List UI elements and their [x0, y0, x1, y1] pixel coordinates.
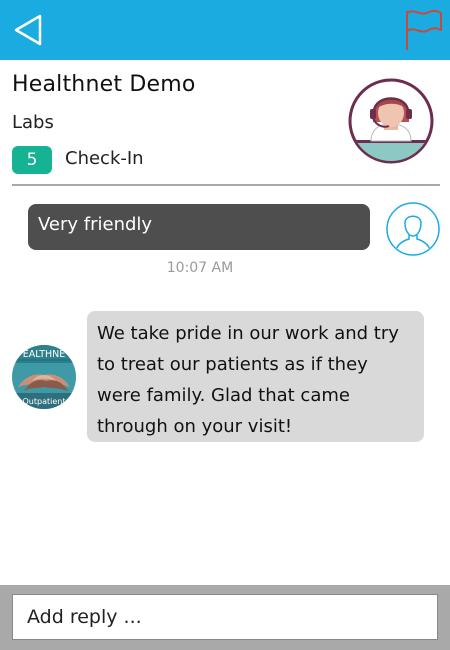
- message-timestamp: 10:07 AM: [166, 260, 234, 276]
- reply-input[interactable]: [12, 594, 438, 640]
- back-icon[interactable]: [10, 10, 50, 50]
- header-divider: [12, 184, 440, 186]
- top-bar: [0, 0, 450, 60]
- department-label: Labs: [12, 112, 54, 133]
- agent-avatar-icon: [348, 78, 434, 164]
- reply-bar: [0, 585, 450, 650]
- business-name: Healthnet Demo: [12, 72, 196, 97]
- flag-icon[interactable]: [404, 8, 444, 52]
- outgoing-message: Very friendly: [28, 204, 370, 250]
- incoming-message: We take pride in our work and try to tre…: [87, 311, 424, 442]
- user-silhouette-icon: [386, 202, 440, 256]
- business-avatar-top-text: EALTHNE: [23, 349, 66, 360]
- rating-badge: 5: [12, 146, 52, 174]
- checkin-tag: Check-In: [65, 148, 144, 169]
- conversation-header: Healthnet Demo Labs 5 Check-In: [0, 60, 450, 185]
- business-avatar: EALTHNE Outpatient: [12, 345, 76, 409]
- business-avatar-bottom-text: Outpatient: [23, 397, 66, 406]
